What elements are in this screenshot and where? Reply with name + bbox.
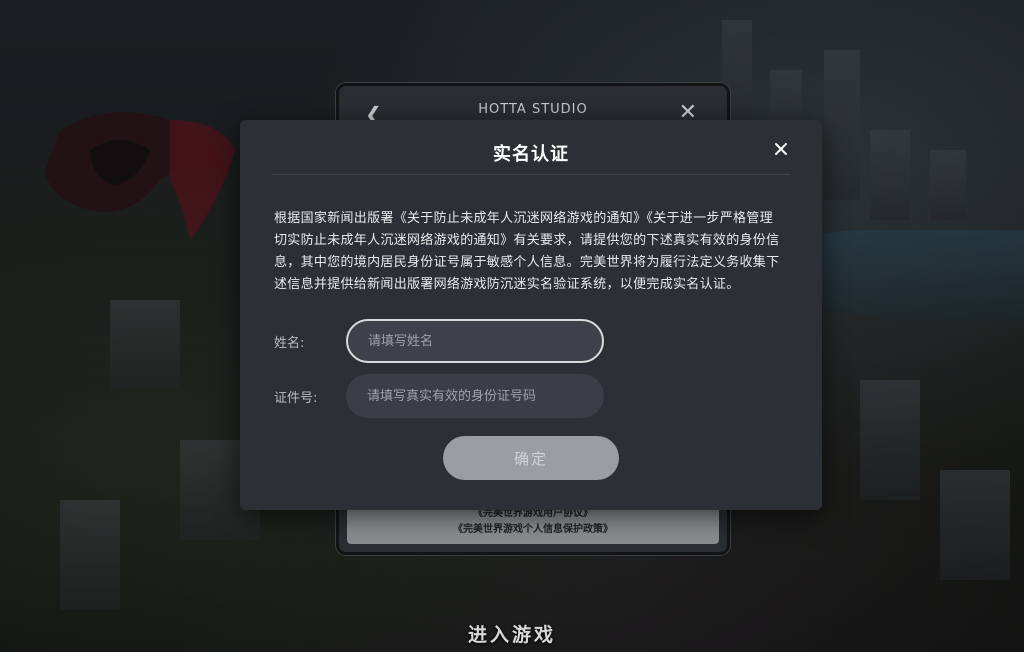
dialog-title: 实名认证 [493,144,569,165]
id-number-label: 证件号: [274,390,318,406]
name-label: 姓名: [274,335,305,351]
privacy-policy-link[interactable]: 《完美世界游戏个人信息保护政策》 [347,522,719,538]
legal-notice-text: 根据国家新闻出版署《关于防止未成年人沉迷网络游戏的通知》《关于进一步严格管理 切… [274,211,780,292]
studio-logo: HOTTA STUDIO [478,102,588,117]
title-divider [272,174,790,175]
id-number-input[interactable] [346,374,604,418]
real-name-verification-dialog: 实名认证 根据国家新闻出版署《关于防止未成年人沉迷网络游戏的通知》《关于进一步严… [240,120,822,510]
agreement-text: 《完美世界游戏用户协议》 《完美世界游戏个人信息保护政策》 [347,506,719,538]
close-icon[interactable] [770,138,792,160]
name-row: 姓名: [274,319,604,363]
game-screen: ❮ HOTTA STUDIO ✕ 《完美世界游戏用户协议》 《完美世界游戏个人信… [0,0,1024,652]
enter-game-button[interactable]: 进入游戏 [0,620,1024,647]
confirm-button[interactable]: 确定 [443,436,619,480]
name-input[interactable] [346,319,604,363]
id-number-row: 证件号: [274,374,604,418]
